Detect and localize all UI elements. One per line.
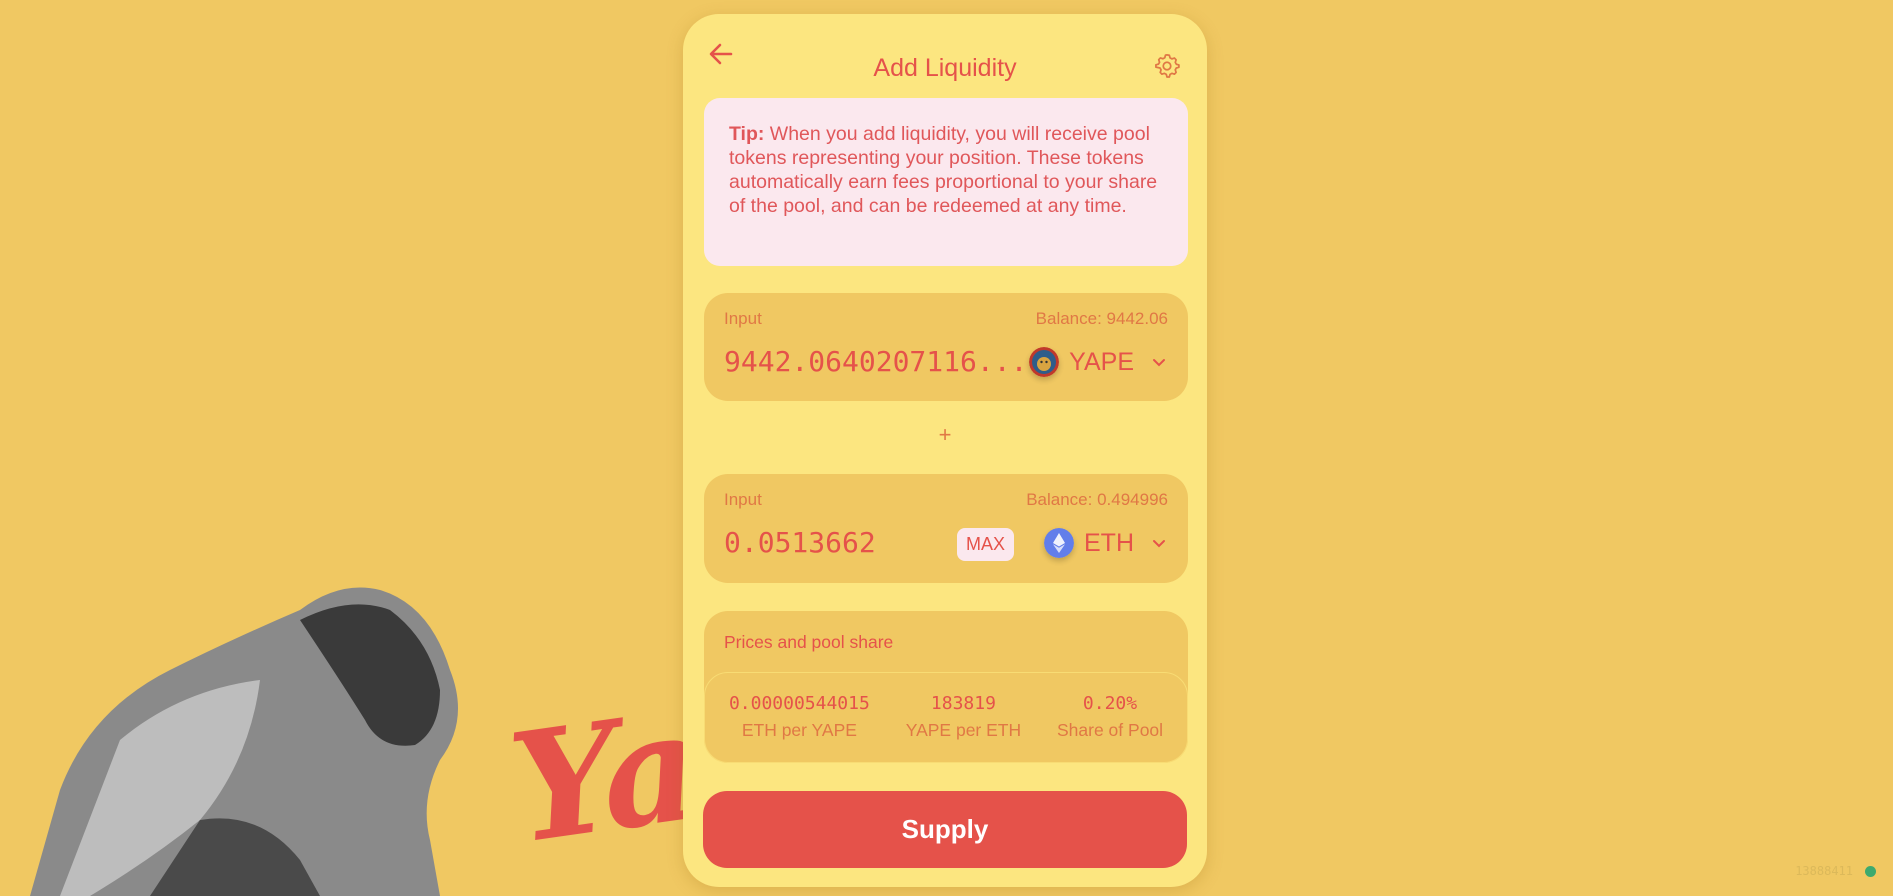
tip-box: Tip: When you add liquidity, you will re… (704, 98, 1188, 266)
plus-icon: + (938, 422, 952, 447)
page-title: Add Liquidity (873, 54, 1017, 82)
eth-token-icon (1044, 528, 1074, 558)
yape-token-icon (1029, 347, 1060, 377)
gear-icon[interactable] (1153, 52, 1181, 80)
stat-value: 183819 (930, 693, 996, 714)
block-number: 13888411 (1795, 864, 1853, 878)
supply-button[interactable]: Supply (703, 791, 1187, 868)
balance-text: Balance: 0.494996 (1026, 490, 1168, 509)
token-symbol: ETH (1084, 528, 1134, 557)
amount-input[interactable]: 9442.0640207116... (724, 345, 1027, 378)
tip-label: Tip: (729, 123, 765, 145)
max-button[interactable]: MAX (956, 528, 1014, 561)
background-logo-text: Ya (500, 678, 705, 878)
chevron-down-icon (1153, 359, 1165, 367)
tip-text: When you add liquidity, you will receive… (729, 123, 1158, 217)
add-liquidity-card: Add Liquidity Tip: When you add liquidit… (683, 14, 1207, 887)
stat-yape-per-eth: 183819 YAPE per ETH (906, 673, 1021, 762)
input-panel-yape: Input Balance: 9442.06 9442.0640207116..… (704, 293, 1188, 401)
amount-input[interactable]: 0.0513662 (724, 526, 876, 559)
input-label: Input (724, 490, 762, 509)
status-dot-icon (1865, 866, 1876, 877)
stat-label: Share of Pool (1057, 720, 1164, 740)
stat-value: 0.00000544015 (728, 693, 870, 714)
prices-pool-share: Prices and pool share 0.00000544015 ETH p… (704, 611, 1188, 763)
input-panel-eth: Input Balance: 0.494996 0.0513662 MAX ET… (704, 474, 1188, 583)
token-symbol: YAPE (1069, 347, 1134, 376)
input-label: Input (724, 309, 762, 328)
chevron-down-icon (1153, 540, 1165, 548)
stat-eth-per-yape: 0.00000544015 ETH per YAPE (729, 673, 870, 762)
prices-stats: 0.00000544015 ETH per YAPE 183819 YAPE per… (704, 672, 1188, 763)
token-select-yape[interactable]: YAPE (1029, 347, 1168, 377)
balance-text: Balance: 9442.06 (1035, 309, 1168, 328)
stat-label: YAPE per ETH (905, 720, 1022, 740)
prices-title: Prices and pool share (724, 632, 894, 652)
stat-share-of-pool: 0.20% Share of Pool (1057, 673, 1163, 762)
stat-label: ETH per YAPE (741, 720, 857, 740)
header: Add Liquidity (683, 36, 1207, 82)
token-select-eth[interactable]: ETH (1044, 528, 1168, 558)
stat-value: 0.20% (1082, 693, 1138, 714)
